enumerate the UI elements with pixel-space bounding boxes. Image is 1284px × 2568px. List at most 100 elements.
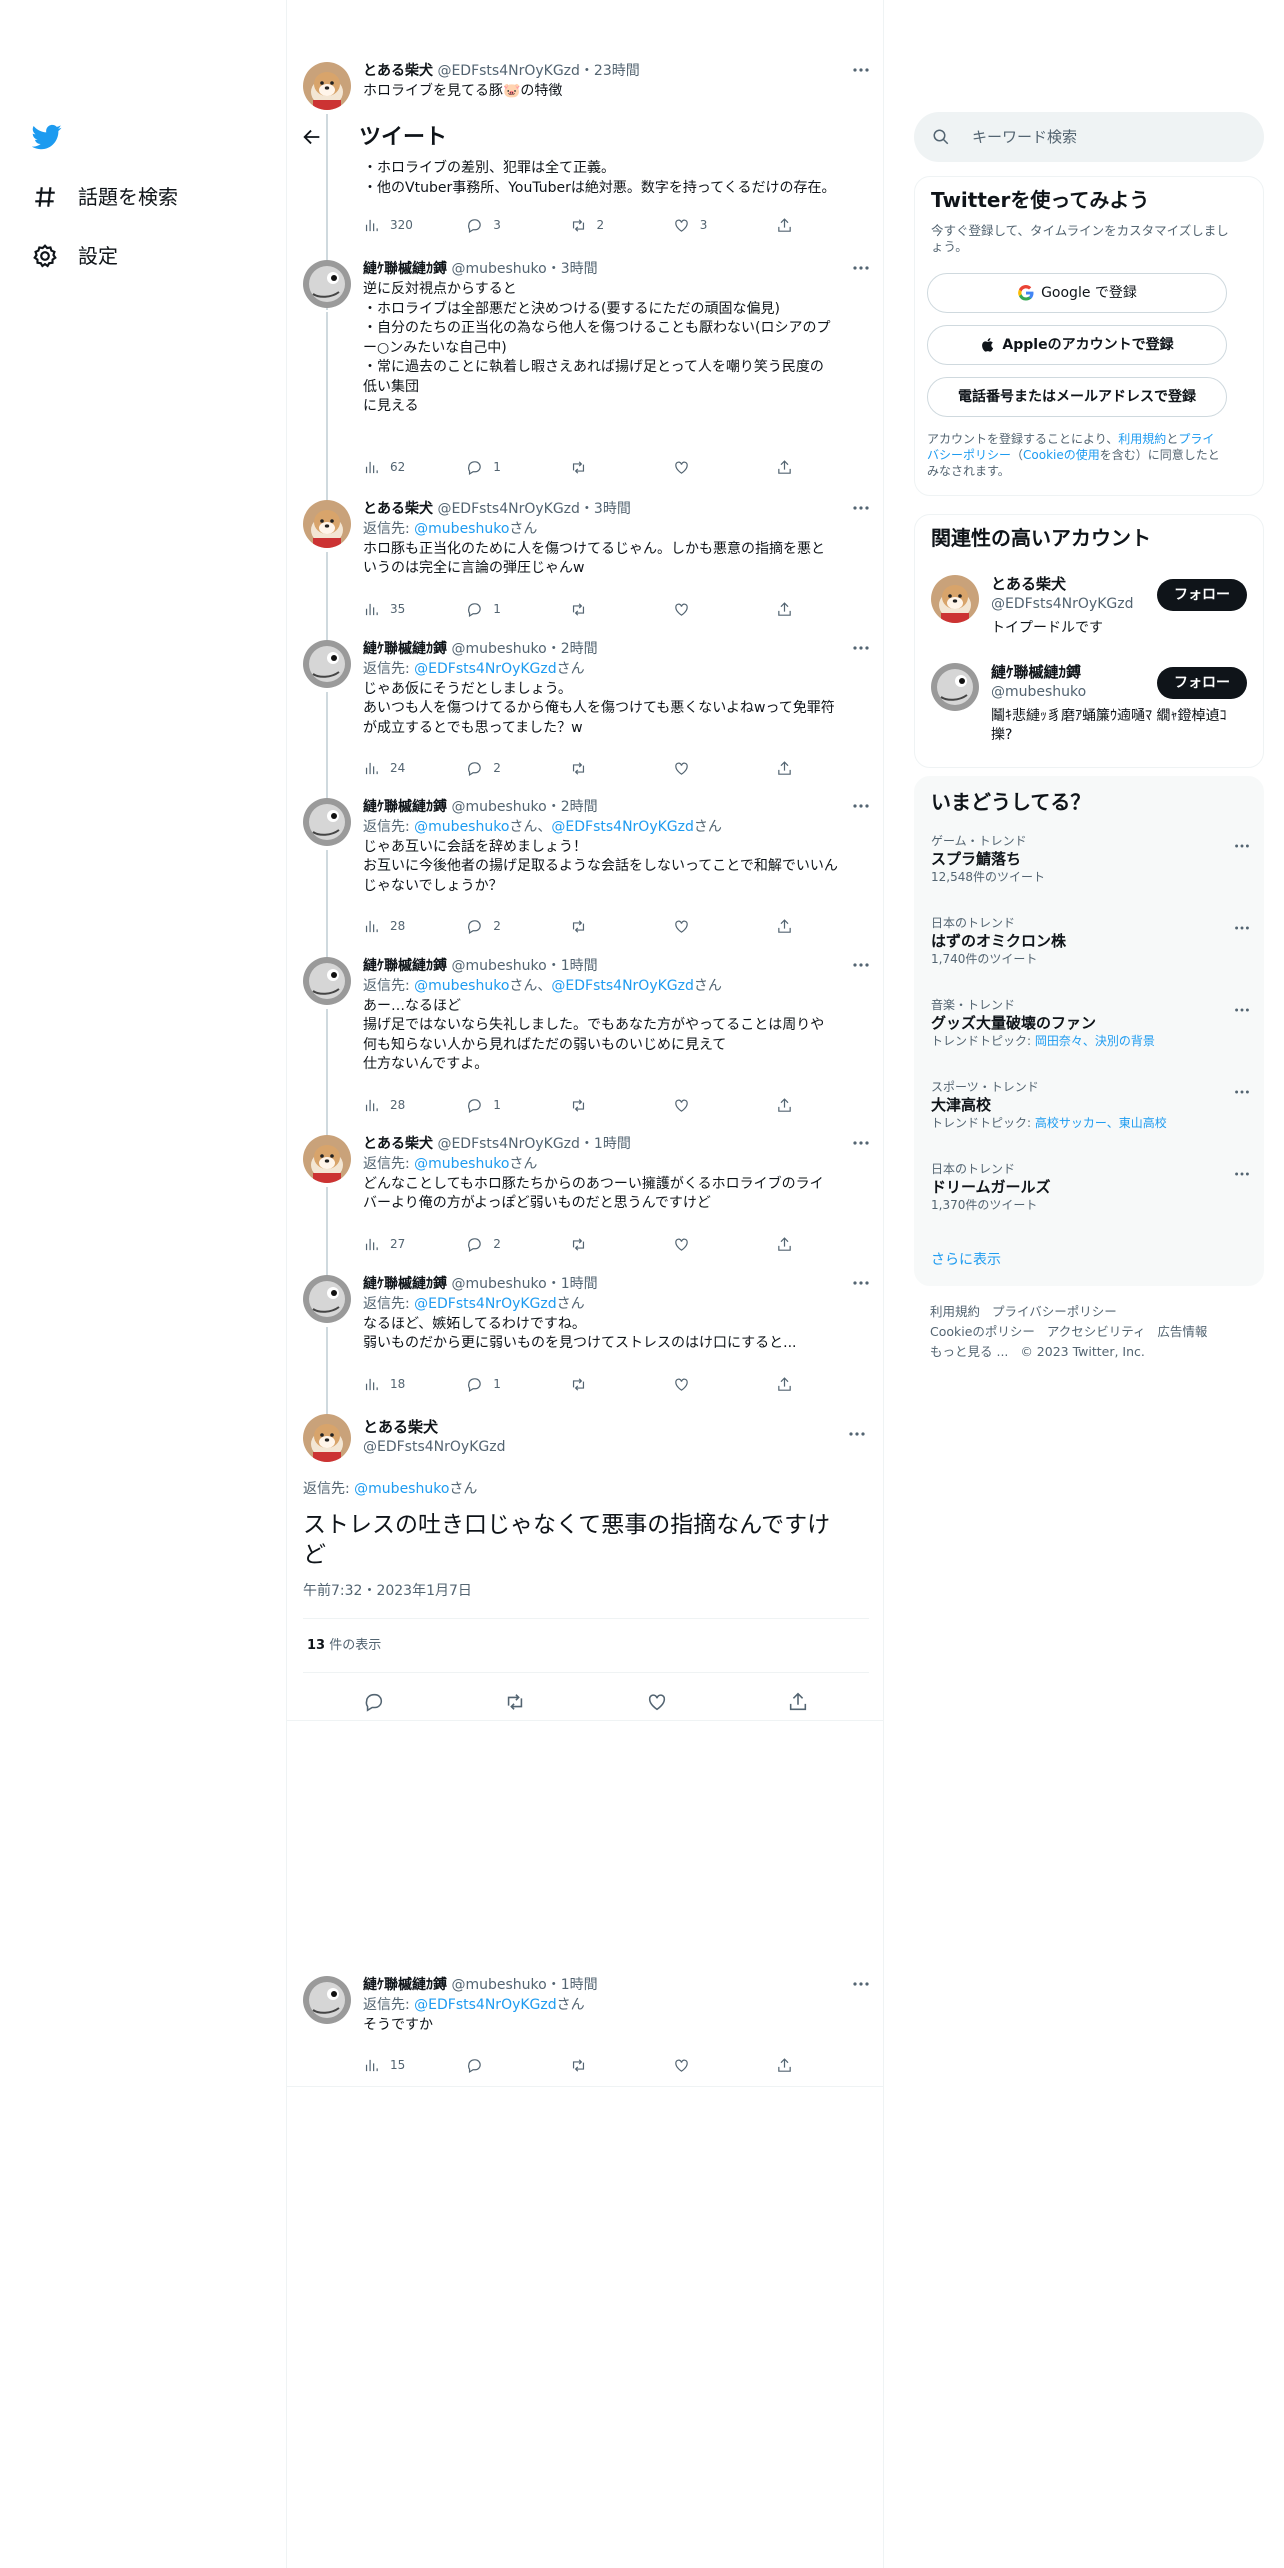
author-name[interactable]: 縺ｹ聯槭縺ｶ鎛 <box>363 261 447 277</box>
retweet-button[interactable] <box>570 916 673 936</box>
twitter-logo-icon[interactable] <box>32 122 62 152</box>
retweet-button[interactable] <box>570 457 673 477</box>
author-name[interactable]: 縺ｹ聯槭縺ｶ鎛 <box>363 1276 447 1292</box>
account-handle[interactable]: @mubeshuko <box>991 683 1086 702</box>
analytics-button[interactable]: 320 <box>363 215 466 235</box>
analytics-button[interactable]: 28 <box>363 1095 466 1115</box>
author-name[interactable]: 縺ｹ聯槭縺ｶ鎛 <box>363 1977 447 1993</box>
reply-button[interactable] <box>466 2055 569 2075</box>
reply-mention-link[interactable]: @EDFsts4NrOyKGzd <box>414 1296 556 1312</box>
reply-button[interactable]: 2 <box>466 916 569 936</box>
share-button[interactable] <box>776 457 803 477</box>
like-button[interactable] <box>673 916 776 936</box>
like-button[interactable] <box>673 457 776 477</box>
reply-button[interactable]: 1 <box>466 1374 569 1394</box>
reply-button[interactable]: 2 <box>466 1234 569 1254</box>
privacy-link[interactable]: プライ <box>1178 432 1214 446</box>
focus-timestamp[interactable]: 午前7:32・2023年1月7日 <box>303 1582 472 1601</box>
author-name[interactable]: とある柴犬 <box>363 501 433 517</box>
avatar[interactable] <box>303 640 351 688</box>
retweet-button[interactable] <box>570 1095 673 1115</box>
share-button[interactable] <box>776 215 803 235</box>
analytics-button[interactable]: 27 <box>363 1234 466 1254</box>
reply-mention-link[interactable]: @mubeshuko <box>414 978 509 994</box>
reply-icon[interactable] <box>363 1691 385 1713</box>
focus-views[interactable]: 13 件の表示 <box>307 1636 381 1655</box>
google-signup-button[interactable]: Google で登録 <box>927 273 1227 313</box>
trend-name[interactable]: はずのオミクロン株 <box>931 931 1251 951</box>
share-button[interactable] <box>776 1374 803 1394</box>
share-button[interactable] <box>776 1095 803 1115</box>
apple-signup-button[interactable]: Appleのアカウントで登録 <box>927 325 1227 365</box>
phone-email-signup-button[interactable]: 電話番号またはメールアドレスで登録 <box>927 377 1227 417</box>
author-name[interactable]: 縺ｹ聯槭縺ｶ鎛 <box>363 799 447 815</box>
tweet-time[interactable]: 3時間 <box>594 501 631 517</box>
reply-mention-link[interactable]: @EDFsts4NrOyKGzd <box>414 1997 556 2013</box>
retweet-button[interactable] <box>570 1374 673 1394</box>
like-button[interactable]: 3 <box>673 215 776 235</box>
tweet-time[interactable]: 1時間 <box>594 1136 631 1152</box>
trend-item[interactable]: 日本のトレンド はずのオミクロン株 1,740件のツイート <box>931 915 1251 967</box>
footer-link[interactable]: 広告情報 <box>1157 1324 1207 1339</box>
author-handle[interactable]: @mubeshuko <box>451 958 546 974</box>
privacy-link[interactable]: バシーポリシー <box>927 448 1011 462</box>
account-handle[interactable]: @EDFsts4NrOyKGzd <box>991 595 1133 614</box>
reply-button[interactable]: 1 <box>466 1095 569 1115</box>
reply-button[interactable]: 2 <box>466 758 569 778</box>
author-handle[interactable]: @EDFsts4NrOyKGzd <box>437 1136 579 1152</box>
retweet-button[interactable] <box>570 2055 673 2075</box>
footer-link[interactable]: Cookieのポリシー <box>930 1324 1035 1339</box>
retweet-button[interactable] <box>570 599 673 619</box>
avatar[interactable] <box>931 575 979 623</box>
analytics-button[interactable]: 24 <box>363 758 466 778</box>
account-name[interactable]: 縺ｹ聯槭縺ｶ鎛 <box>991 663 1081 682</box>
trend-item[interactable]: ゲーム・トレンド スプラ鯖落ち 12,548件のツイート <box>931 833 1251 885</box>
like-button[interactable] <box>673 2055 776 2075</box>
analytics-button[interactable]: 62 <box>363 457 466 477</box>
trend-name[interactable]: 大津高校 <box>931 1095 1251 1115</box>
share-icon[interactable] <box>787 1691 809 1713</box>
search-input[interactable]: キーワード検索 <box>914 112 1264 162</box>
share-button[interactable] <box>776 758 803 778</box>
trend-topic-link[interactable]: 岡田奈々、決別の背景 <box>1035 1034 1155 1048</box>
account-name[interactable]: とある柴犬 <box>991 575 1066 594</box>
avatar[interactable] <box>303 260 351 308</box>
author-handle[interactable]: @mubeshuko <box>451 641 546 657</box>
like-button[interactable] <box>673 1234 776 1254</box>
reply-mention-link[interactable]: @mubeshuko <box>414 521 509 537</box>
share-button[interactable] <box>776 1234 803 1254</box>
author-handle[interactable]: @mubeshuko <box>451 1276 546 1292</box>
back-arrow-icon[interactable] <box>301 126 323 148</box>
show-more-link[interactable]: さらに表示 <box>931 1251 1001 1270</box>
retweet-button[interactable] <box>570 1234 673 1254</box>
author-handle[interactable]: @EDFsts4NrOyKGzd <box>437 63 579 79</box>
trend-name[interactable]: グッズ大量破壊のファン <box>931 1013 1251 1033</box>
tweet-time[interactable]: 2時間 <box>561 799 598 815</box>
more-icon[interactable] <box>851 258 871 278</box>
share-button[interactable] <box>776 599 803 619</box>
tweet-time[interactable]: 1時間 <box>561 1977 598 1993</box>
more-icon[interactable] <box>1233 1083 1251 1101</box>
avatar[interactable] <box>303 1275 351 1323</box>
reply-mention-link[interactable]: @mubeshuko <box>414 1156 509 1172</box>
reply-button[interactable]: 3 <box>466 215 569 235</box>
analytics-button[interactable]: 15 <box>363 2055 466 2075</box>
more-icon[interactable] <box>851 1974 871 1994</box>
footer-link[interactable]: 利用規約 <box>930 1304 980 1319</box>
footer-link[interactable]: アクセシビリティ <box>1047 1324 1146 1339</box>
author-handle[interactable]: @EDFsts4NrOyKGzd <box>437 501 579 517</box>
avatar[interactable] <box>303 1976 351 2024</box>
avatar[interactable] <box>303 500 351 548</box>
reply-mention-link[interactable]: @mubeshuko <box>414 819 509 835</box>
like-button[interactable] <box>673 1095 776 1115</box>
tweet-time[interactable]: 2時間 <box>561 641 598 657</box>
more-icon[interactable] <box>851 1133 871 1153</box>
more-icon[interactable] <box>1233 1165 1251 1183</box>
more-icon[interactable] <box>1233 1001 1251 1019</box>
author-name[interactable]: 縺ｹ聯槭縺ｶ鎛 <box>363 958 447 974</box>
tweet-time[interactable]: 1時間 <box>561 1276 598 1292</box>
avatar[interactable] <box>303 1414 351 1462</box>
analytics-button[interactable]: 18 <box>363 1374 466 1394</box>
author-handle[interactable]: @mubeshuko <box>451 799 546 815</box>
more-icon[interactable] <box>1233 837 1251 855</box>
